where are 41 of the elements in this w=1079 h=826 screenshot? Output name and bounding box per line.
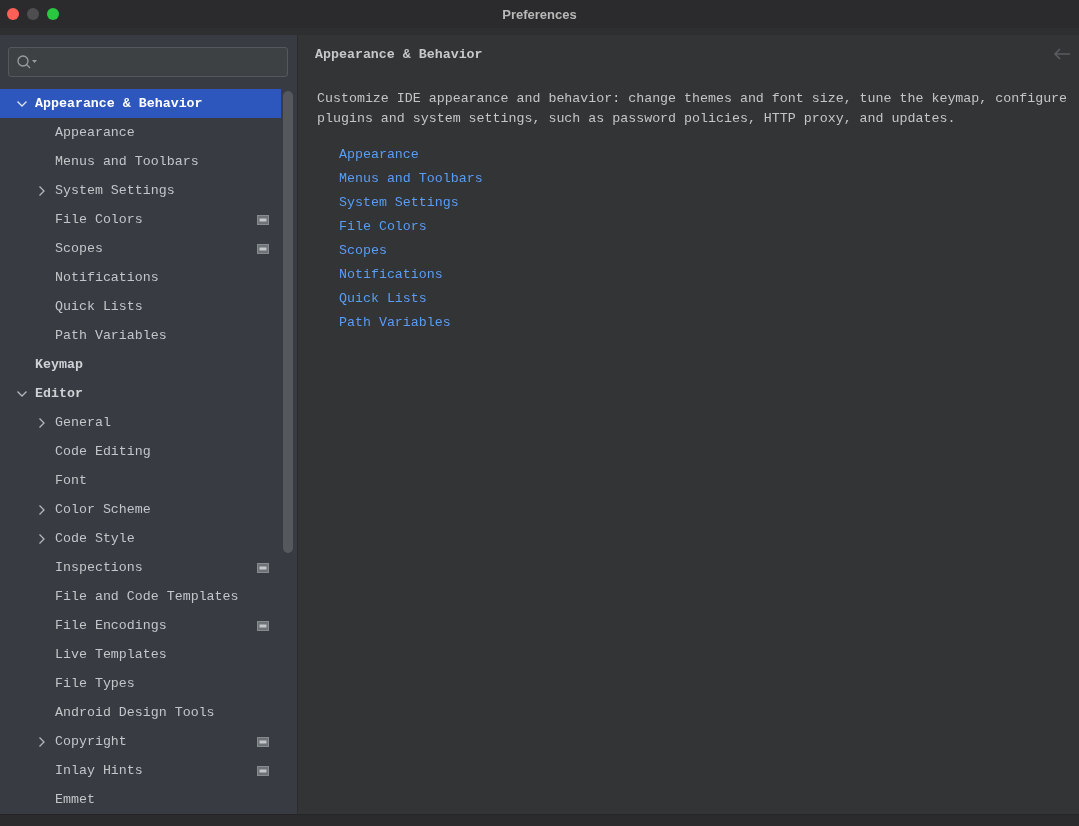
tree-item[interactable]: Path Variables [0,321,281,350]
tree-item[interactable]: General [0,408,281,437]
settings-link[interactable]: Quick Lists [339,287,427,311]
tree-item[interactable]: Android Design Tools [0,698,281,727]
page-title: Appearance & Behavior [315,46,483,62]
tree-item[interactable]: Appearance [0,118,281,147]
tree-item[interactable]: System Settings [0,176,281,205]
tree-item[interactable]: Emmet [0,785,281,814]
tree-item[interactable]: Scopes [0,234,281,263]
window-title: Preferences [502,6,577,22]
tree-item[interactable]: Menus and Toolbars [0,147,281,176]
search-field[interactable] [8,47,288,77]
tree-item[interactable]: Code Style [0,524,281,553]
settings-link[interactable]: File Colors [339,215,427,239]
settings-link[interactable]: System Settings [339,191,459,215]
description-text: Customize IDE appearance and behavior: change themes and font size, tune the keymap, configure plugins and system settings, such as password policies, HTTP proxy, and updates. [317,90,1069,128]
tree-item[interactable]: Notifications [0,263,281,292]
settings-link[interactable]: Path Variables [339,311,451,335]
tree-item[interactable]: File Types [0,669,281,698]
settings-link[interactable]: Menus and Toolbars [339,167,483,191]
zoom-button[interactable] [47,8,59,20]
tree-item[interactable]: Inspections [0,553,281,582]
tree-item[interactable]: Code Editing [0,437,281,466]
settings-link[interactable]: Appearance [339,143,419,167]
tree-item[interactable]: Keymap [0,350,281,379]
tree-item[interactable]: Inlay Hints [0,756,281,785]
search-icon [16,54,38,70]
tree-item[interactable]: File and Code Templates [0,582,281,611]
settings-link[interactable]: Scopes [339,239,387,263]
scrollbar[interactable] [283,91,293,553]
tree-item[interactable]: File Encodings [0,611,281,640]
tree-item[interactable]: Quick Lists [0,292,281,321]
close-button[interactable] [7,8,19,20]
tree-item[interactable]: Font [0,466,281,495]
tree-item[interactable]: Editor [0,379,281,408]
tree-item[interactable]: Copyright [0,727,281,756]
settings-link[interactable]: Notifications [339,263,443,287]
tree-item[interactable]: Live Templates [0,640,281,669]
tree-item[interactable]: File Colors [0,205,281,234]
tree-item[interactable]: Color Scheme [0,495,281,524]
tree-item[interactable]: Appearance & Behavior [0,89,281,118]
